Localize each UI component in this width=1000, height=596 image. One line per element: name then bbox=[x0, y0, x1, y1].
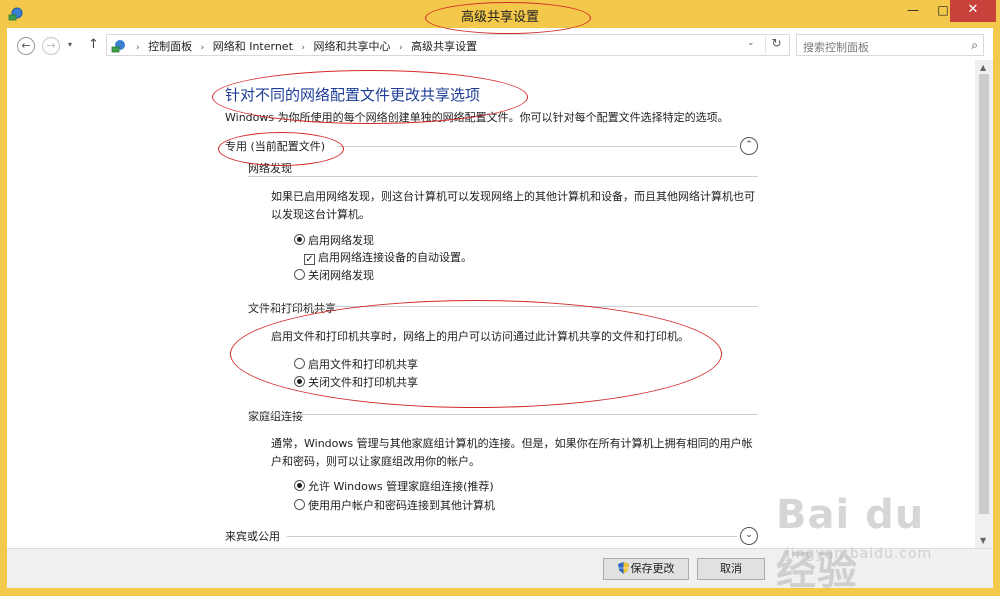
radio-unselected-icon[interactable] bbox=[294, 358, 305, 369]
divider bbox=[337, 146, 737, 147]
allow-windows-manage-homegroup-radio[interactable]: 允许 Windows 管理家庭组连接(推荐) bbox=[294, 478, 494, 494]
option-label: 关闭网络发现 bbox=[308, 269, 374, 282]
homegroup-description: 通常，Windows 管理与其他家庭组计算机的连接。但是，如果你在所有计算机上拥… bbox=[271, 437, 753, 468]
guest-public-profile-header[interactable]: 来宾或公用 bbox=[225, 528, 280, 544]
disable-file-sharing-radio[interactable]: 关闭文件和打印机共享 bbox=[294, 374, 418, 390]
save-changes-button[interactable]: 保存更改 bbox=[603, 558, 689, 580]
radio-selected-icon[interactable] bbox=[294, 234, 305, 245]
file-printer-sharing-header: 文件和打印机共享 bbox=[248, 302, 336, 315]
radio-selected-icon[interactable] bbox=[294, 480, 305, 491]
radio-selected-icon[interactable] bbox=[294, 376, 305, 387]
breadcrumb-separator[interactable]: › bbox=[399, 43, 403, 53]
enable-network-discovery-radio[interactable]: 启用网络发现 bbox=[294, 232, 374, 248]
breadcrumb-advanced-sharing[interactable]: 高级共享设置 bbox=[411, 40, 477, 53]
title-bar: 高级共享设置 — □ ✕ bbox=[0, 0, 1000, 28]
address-bar[interactable]: › 控制面板 › 网络和 Internet › 网络和共享中心 › 高级共享设置… bbox=[106, 34, 790, 56]
breadcrumb-network-sharing-center[interactable]: 网络和共享中心 bbox=[314, 40, 391, 53]
expand-guest-button[interactable]: ⌄ bbox=[740, 527, 758, 545]
option-label: 允许 Windows 管理家庭组连接(推荐) bbox=[308, 480, 494, 493]
option-label: 启用网络发现 bbox=[308, 234, 374, 247]
use-account-password-radio[interactable]: 使用用户帐户和密码连接到其他计算机 bbox=[294, 497, 495, 513]
up-button[interactable]: ↑ bbox=[88, 37, 99, 52]
search-input[interactable]: 搜索控制面板 bbox=[803, 39, 869, 55]
uac-shield-icon bbox=[617, 562, 629, 574]
search-icon[interactable]: ⌕ bbox=[971, 38, 978, 53]
recent-pages-dropdown[interactable]: ▾ bbox=[68, 40, 72, 49]
network-discovery-header: 网络发现 bbox=[248, 162, 292, 175]
window-title: 高级共享设置 bbox=[460, 10, 539, 25]
breadcrumb-control-panel[interactable]: 控制面板 bbox=[148, 40, 192, 53]
address-history-dropdown[interactable]: ⌄ bbox=[747, 38, 755, 48]
action-bar: 保存更改 取消 bbox=[7, 548, 993, 588]
network-icon bbox=[111, 40, 125, 53]
divider bbox=[248, 306, 758, 307]
homegroup-header: 家庭组连接 bbox=[248, 410, 303, 423]
breadcrumb-separator[interactable]: › bbox=[136, 43, 140, 53]
content-pane: 针对不同的网络配置文件更改共享选项 Windows 为你所使用的每个网络创建单独… bbox=[7, 60, 975, 548]
back-button[interactable]: ← bbox=[17, 37, 35, 55]
scroll-down-arrow-icon[interactable]: ▼ bbox=[980, 536, 986, 545]
collapse-private-button[interactable]: ⌃ bbox=[740, 137, 758, 155]
vertical-scrollbar[interactable]: ▲ ▼ bbox=[975, 60, 993, 548]
search-box[interactable]: 搜索控制面板 ⌕ bbox=[796, 34, 984, 56]
window-frame: 高级共享设置 — □ ✕ ← → ▾ ↑ › 控制面板 › 网络和 Intern… bbox=[0, 0, 1000, 596]
navigation-bar: ← → ▾ ↑ › 控制面板 › 网络和 Internet › 网络和共享中心 … bbox=[7, 28, 993, 60]
refresh-button[interactable]: ↻ bbox=[765, 36, 787, 54]
private-profile-header[interactable]: 专用 (当前配置文件) bbox=[225, 138, 325, 154]
file-printer-sharing-description: 启用文件和打印机共享时，网络上的用户可以访问通过此计算机共享的文件和打印机。 bbox=[271, 330, 689, 343]
forward-button[interactable]: → bbox=[42, 37, 60, 55]
breadcrumb-network-internet[interactable]: 网络和 Internet bbox=[213, 40, 293, 53]
breadcrumb-separator[interactable]: › bbox=[201, 43, 205, 53]
close-button[interactable]: ✕ bbox=[950, 0, 996, 22]
page-description: Windows 为你所使用的每个网络创建单独的网络配置文件。你可以针对每个配置文… bbox=[225, 111, 729, 124]
option-label: 使用用户帐户和密码连接到其他计算机 bbox=[308, 499, 495, 512]
divider bbox=[248, 414, 758, 415]
scroll-thumb[interactable] bbox=[979, 74, 989, 514]
cancel-button[interactable]: 取消 bbox=[697, 558, 765, 580]
divider bbox=[248, 176, 758, 177]
minimize-button[interactable]: — bbox=[898, 0, 928, 22]
option-label: 启用网络连接设备的自动设置。 bbox=[318, 251, 472, 264]
checkbox-checked-icon[interactable]: ✓ bbox=[304, 254, 315, 265]
breadcrumb-separator[interactable]: › bbox=[301, 43, 305, 53]
auto-setup-checkbox[interactable]: ✓ 启用网络连接设备的自动设置。 bbox=[304, 249, 472, 265]
breadcrumb: › 控制面板 › 网络和 Internet › 网络和共享中心 › 高级共享设置 bbox=[131, 38, 477, 54]
enable-file-sharing-radio[interactable]: 启用文件和打印机共享 bbox=[294, 356, 418, 372]
disable-network-discovery-radio[interactable]: 关闭网络发现 bbox=[294, 267, 374, 283]
page-title: 针对不同的网络配置文件更改共享选项 bbox=[225, 86, 481, 104]
network-discovery-description: 如果已启用网络发现，则这台计算机可以发现网络上的其他计算机和设备，而且其他网络计… bbox=[271, 190, 755, 221]
option-label: 启用文件和打印机共享 bbox=[308, 358, 418, 371]
divider bbox=[287, 536, 737, 537]
option-label: 关闭文件和打印机共享 bbox=[308, 376, 418, 389]
save-label: 保存更改 bbox=[630, 562, 675, 575]
radio-unselected-icon[interactable] bbox=[294, 269, 305, 280]
radio-unselected-icon[interactable] bbox=[294, 499, 305, 510]
scroll-up-arrow-icon[interactable]: ▲ bbox=[980, 63, 986, 72]
